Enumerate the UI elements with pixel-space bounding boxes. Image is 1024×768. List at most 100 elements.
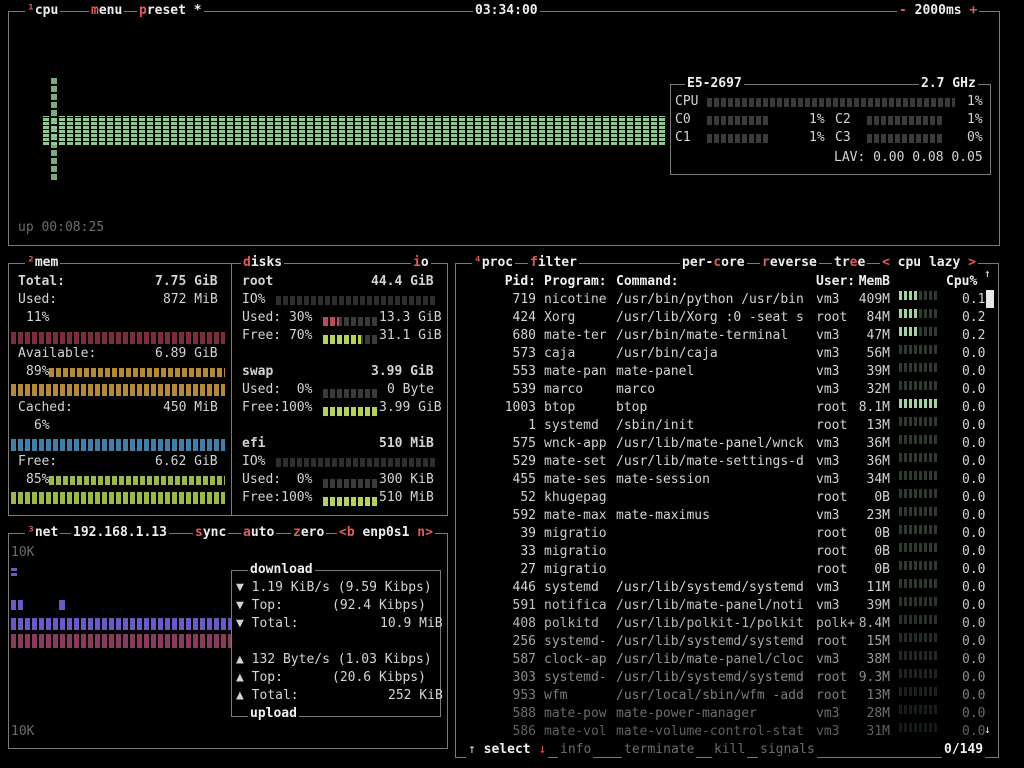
table-row[interactable]: 52 khugepag root 0B 0.0 xyxy=(470,489,994,507)
upload-rate: ▲ 132 Byte/s (1.03 Kibps) xyxy=(236,652,432,667)
cpu-frequency: 2.7 GHz xyxy=(919,76,978,92)
select-control[interactable]: ↑ select ↓ xyxy=(466,742,549,758)
cell-cpu: 0.0 xyxy=(962,436,986,451)
cell-cpu: 0.0 xyxy=(962,598,986,613)
table-row[interactable]: 33 migratio root 0B 0.0 xyxy=(470,543,994,561)
mem-cached-percent: 6% xyxy=(34,418,50,433)
table-row[interactable]: 592 mate-max mate-maximus vm3 23M 0.0 xyxy=(470,507,994,525)
reverse-toggle[interactable]: reverse xyxy=(760,255,819,271)
table-row[interactable]: 408 polkitd/usr/lib/polkit-1/polkit polk+ 8… xyxy=(470,615,994,633)
per-core-toggle[interactable]: per-core xyxy=(680,255,747,271)
proc-filter-button[interactable]: filter xyxy=(528,255,579,271)
table-row[interactable]: 591 notifica/usr/lib/mate-panel/noti vm3 39… xyxy=(470,597,994,615)
net-sync-toggle[interactable]: sync xyxy=(193,525,229,541)
table-row[interactable]: 575 wnck-app/usr/lib/mate-panel/wnck vm3 36… xyxy=(470,435,994,453)
table-row[interactable]: 587 clock-ap/usr/lib/mate-panel/cloc vm3 38… xyxy=(470,651,994,669)
table-row[interactable]: 303 systemd- /usr/lib/systemd/systemd root 9… xyxy=(470,669,994,687)
table-row[interactable]: 1003 btop btop root 8.1M 0.0 xyxy=(470,399,994,417)
col-command[interactable]: Command: xyxy=(616,273,679,291)
cell-command: /sbin/init xyxy=(616,418,695,433)
table-row[interactable]: 953 wfm/usr/local/sbin/wfm -add root 13M 0.0 xyxy=(470,687,994,705)
col-memory[interactable]: MemB xyxy=(858,273,890,291)
cell-user: vm3 xyxy=(816,598,840,613)
cell-mem: 36M xyxy=(866,454,890,469)
mem-available-value: 6.89 GiB xyxy=(155,346,218,361)
table-row[interactable]: 455 mate-ses mate-session vm3 34M 0.0 xyxy=(470,471,994,489)
cpu-title[interactable]: ¹cpu xyxy=(25,3,61,19)
preset-button[interactable]: preset * xyxy=(137,3,204,19)
cell-cpu-meter xyxy=(899,309,939,318)
table-row[interactable]: 586 mate-vol mate-volume-control-stat vm3 31… xyxy=(470,723,994,741)
menu-button[interactable]: menu xyxy=(89,3,125,19)
cell-cpu-meter xyxy=(899,669,939,678)
cell-pid: 408 xyxy=(512,616,536,631)
table-row[interactable]: 1 systemd/sbin/init root 13M 0.0 xyxy=(470,417,994,435)
interval-increase-button[interactable]: + xyxy=(969,3,977,18)
disks-title[interactable]: disks xyxy=(241,255,285,271)
disk-swap-used-label: Used: 0% xyxy=(242,382,313,397)
col-program[interactable]: Program: xyxy=(544,273,607,291)
net-prev-interface[interactable]: <b xyxy=(339,525,355,540)
col-cpu[interactable]: Cpu% xyxy=(946,273,977,291)
cell-command: mate-power-manager xyxy=(616,706,757,721)
table-row[interactable]: 424 Xorg/usr/lib/Xorg :0 -seat s root 84M 0.… xyxy=(470,309,994,327)
table-row[interactable]: 27 migratio root 0B 0.0 xyxy=(470,561,994,579)
net-next-interface[interactable]: n> xyxy=(417,525,433,540)
disk-efi-used-value: 300 KiB xyxy=(379,472,434,487)
net-auto-toggle[interactable]: auto xyxy=(241,525,277,541)
cell-cpu: 0.0 xyxy=(962,526,986,541)
cell-cpu-meter xyxy=(899,687,939,696)
mem-title[interactable]: ²mem xyxy=(25,255,61,271)
cell-mem: 84M xyxy=(866,310,890,325)
interval-decrease-button[interactable]: - xyxy=(899,3,907,18)
cell-mem: 8.4M xyxy=(858,616,890,631)
table-row[interactable]: 553 mate-pan mate-panel vm3 39M 0.0 xyxy=(470,363,994,381)
cell-command: /usr/lib/systemd/systemd xyxy=(616,670,804,685)
select-down-icon[interactable]: ↓ xyxy=(538,742,546,757)
core-c3-label: C3 xyxy=(835,130,851,145)
table-row[interactable]: 539 marco marco vm3 32M 0.0 xyxy=(470,381,994,399)
sort-selector[interactable]: < cpu lazy > xyxy=(880,255,978,271)
io-toggle[interactable]: io xyxy=(411,255,431,271)
cell-pid: 27 xyxy=(520,562,536,577)
update-interval[interactable]: - 2000ms + xyxy=(897,3,980,19)
cell-pid: 33 xyxy=(520,544,536,559)
terminate-button[interactable]: terminate xyxy=(622,742,697,758)
cell-command: /usr/lib/mate-panel/wnck xyxy=(616,436,804,451)
cell-cpu: 0.0 xyxy=(962,616,986,631)
proc-title[interactable]: ⁴proc xyxy=(472,255,516,271)
kill-button[interactable]: kill xyxy=(712,742,748,758)
sort-prev-button[interactable]: < xyxy=(882,255,890,270)
table-row[interactable]: 256 systemd- /usr/lib/systemd/systemd root 1… xyxy=(470,633,994,651)
table-row[interactable]: 588 mate-pow mate-power-manager vm3 28M 0.0 xyxy=(470,705,994,723)
net-scale-bottom: 10K xyxy=(11,724,35,739)
cell-cpu: 0.0 xyxy=(962,634,986,649)
col-user[interactable]: User: xyxy=(816,273,855,291)
table-row[interactable]: 39 migratio root 0B 0.0 xyxy=(470,525,994,543)
sort-next-button[interactable]: > xyxy=(968,255,976,270)
table-row[interactable]: 680 mate-ter/usr/bin/mate-terminal vm3 47M 0… xyxy=(470,327,994,345)
cpu-total-value: 1% xyxy=(967,94,983,109)
cell-program: mate-vol xyxy=(544,724,607,739)
col-pid[interactable]: Pid: xyxy=(470,273,536,291)
tree-toggle[interactable]: tree xyxy=(832,255,868,271)
signals-button[interactable]: signals xyxy=(758,742,817,758)
table-row[interactable]: 719 nicotine/usr/bin/python /usr/bin vm3 40… xyxy=(470,291,994,309)
table-row[interactable]: 446 systemd/usr/lib/systemd/systemd vm3 11M… xyxy=(470,579,994,597)
cell-user: root xyxy=(816,688,848,703)
cell-cpu-meter xyxy=(899,453,939,462)
disk-efi-io-meter xyxy=(276,458,436,467)
disk-root-free-value: 31.1 GiB xyxy=(379,328,442,343)
net-title[interactable]: ³net xyxy=(25,525,61,541)
table-row[interactable]: 529 mate-set/usr/lib/mate-settings-d vm3 36… xyxy=(470,453,994,471)
cell-program: btop xyxy=(544,400,576,415)
cell-cpu: 0.0 xyxy=(962,346,986,361)
disk-root-name: root xyxy=(242,274,274,289)
cell-command: mate-panel xyxy=(616,364,695,379)
select-up-icon[interactable]: ↑ xyxy=(468,742,476,757)
net-interface[interactable]: <b enp0s1 n> xyxy=(337,525,435,541)
core-c3-meter xyxy=(867,134,943,143)
info-button[interactable]: info xyxy=(558,742,594,758)
table-row[interactable]: 573 caja/usr/bin/caja vm3 56M 0.0 xyxy=(470,345,994,363)
net-zero-button[interactable]: zero xyxy=(291,525,327,541)
